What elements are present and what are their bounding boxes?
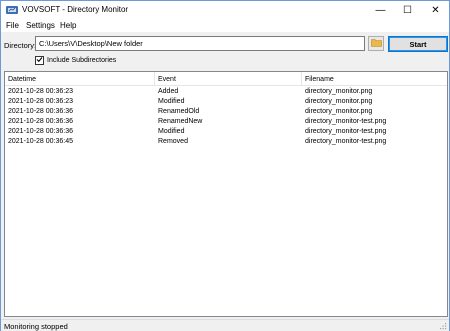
include-subdirectories-label[interactable]: Include Subdirectories xyxy=(47,57,116,64)
cell-datetime: 2021-10-28 00:36:36 xyxy=(8,118,73,125)
table-row[interactable]: 2021-10-28 00:36:36 RenamedOld directory… xyxy=(5,107,447,117)
minimize-button[interactable]: — xyxy=(367,1,394,19)
menu-bar: File Settings Help xyxy=(1,19,449,32)
window-title: VOVSOFT - Directory Monitor xyxy=(22,5,129,14)
close-button[interactable]: ✕ xyxy=(422,1,449,19)
browse-folder-button[interactable] xyxy=(368,36,384,51)
close-icon: ✕ xyxy=(431,4,440,16)
include-subdirectories-checkbox[interactable] xyxy=(35,56,44,65)
event-list[interactable]: Datetime Event Filename 2021-10-28 00:36… xyxy=(4,71,448,317)
table-row[interactable]: 2021-10-28 00:36:36 RenamedNew directory… xyxy=(5,117,447,127)
menu-settings[interactable]: Settings xyxy=(26,21,55,30)
cell-datetime: 2021-10-28 00:36:36 xyxy=(8,108,73,115)
cell-filename: directory_monitor.png xyxy=(305,88,373,95)
cell-filename: directory_monitor-test.png xyxy=(305,118,387,125)
cell-event: Modified xyxy=(158,128,185,135)
list-header: Datetime Event Filename xyxy=(5,72,447,86)
checkmark-icon xyxy=(36,56,43,65)
cell-event: Added xyxy=(158,88,179,95)
table-row[interactable]: 2021-10-28 00:36:23 Modified directory_m… xyxy=(5,97,447,107)
app-window: VOVSOFT - Directory Monitor — ☐ ✕ File S… xyxy=(0,0,450,331)
cell-event: RenamedOld xyxy=(158,108,200,115)
cell-event: Modified xyxy=(158,98,185,105)
maximize-icon: ☐ xyxy=(403,4,412,16)
title-bar[interactable]: VOVSOFT - Directory Monitor — ☐ ✕ xyxy=(1,1,449,19)
minimize-icon: — xyxy=(375,4,386,16)
cell-datetime: 2021-10-28 00:36:23 xyxy=(8,88,73,95)
cell-datetime: 2021-10-28 00:36:36 xyxy=(8,128,73,135)
cell-filename: directory_monitor.png xyxy=(305,108,373,115)
table-row[interactable]: 2021-10-28 00:36:36 Modified directory_m… xyxy=(5,127,447,137)
column-header-event[interactable]: Event xyxy=(155,72,302,86)
cell-datetime: 2021-10-28 00:36:23 xyxy=(8,98,73,105)
table-row[interactable]: 2021-10-28 00:36:45 Removed directory_mo… xyxy=(5,137,447,147)
list-body: 2021-10-28 00:36:23 Added directory_moni… xyxy=(5,87,447,147)
column-header-filename[interactable]: Filename xyxy=(302,72,447,86)
status-bar: Monitoring stopped xyxy=(1,319,449,331)
folder-icon xyxy=(370,38,382,49)
cell-filename: directory_monitor.png xyxy=(305,98,373,105)
cell-event: RenamedNew xyxy=(158,118,203,125)
table-row[interactable]: 2021-10-28 00:36:23 Added directory_moni… xyxy=(5,87,447,97)
directory-label: Directory: xyxy=(4,41,37,50)
start-button[interactable]: Start xyxy=(388,36,448,52)
menu-help[interactable]: Help xyxy=(60,21,76,30)
resize-grip-icon[interactable] xyxy=(439,322,447,330)
cell-filename: directory_monitor-test.png xyxy=(305,128,387,135)
maximize-button[interactable]: ☐ xyxy=(394,1,421,19)
directory-input[interactable]: C:\Users\V\Desktop\New folder xyxy=(35,36,365,51)
cell-event: Removed xyxy=(158,138,188,145)
status-text: Monitoring stopped xyxy=(4,322,68,331)
cell-filename: directory_monitor-test.png xyxy=(305,138,387,145)
column-header-datetime[interactable]: Datetime xyxy=(5,72,155,86)
menu-file[interactable]: File xyxy=(6,21,19,30)
folder-monitor-icon xyxy=(6,5,18,15)
cell-datetime: 2021-10-28 00:36:45 xyxy=(8,138,73,145)
